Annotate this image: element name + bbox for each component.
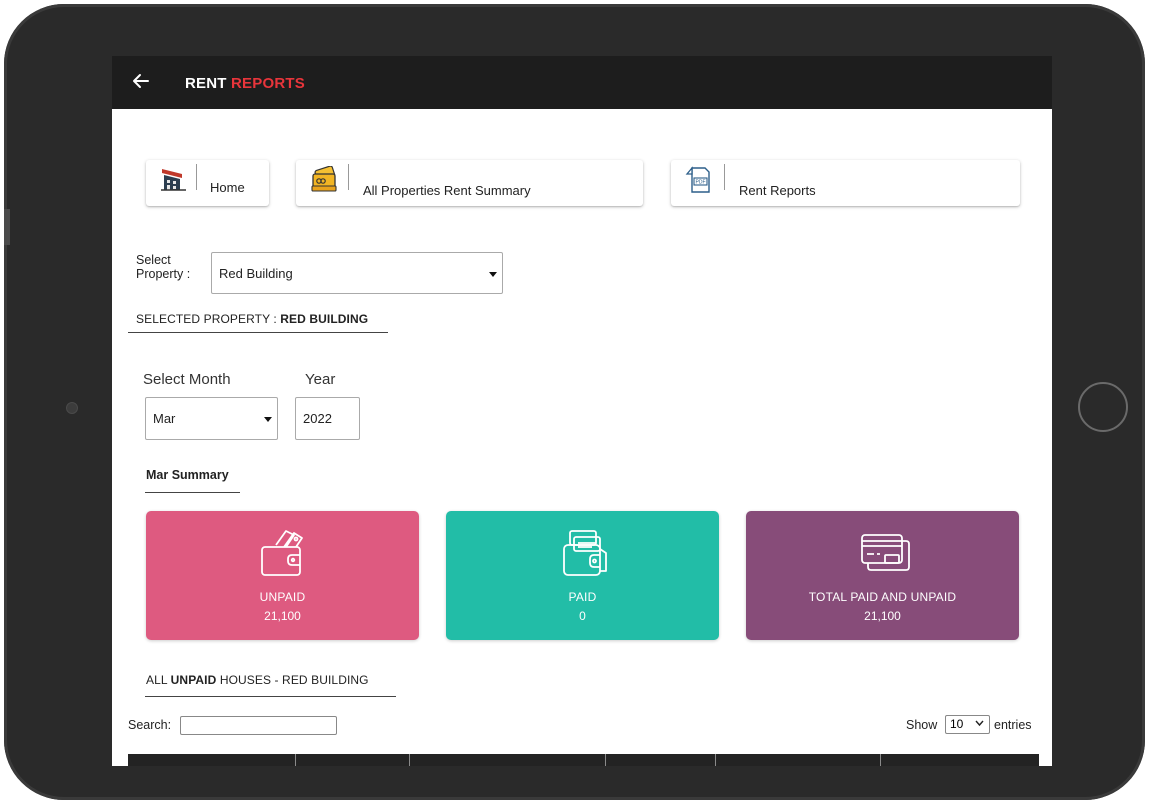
paid-value: 0 <box>579 609 586 623</box>
search-input[interactable] <box>180 716 337 735</box>
paid-title: PAID <box>568 590 597 604</box>
divider <box>128 332 388 333</box>
paid-card[interactable]: PAID 0 <box>446 511 719 640</box>
table-header <box>128 754 1039 766</box>
selected-property-name: RED BUILDING <box>280 312 369 326</box>
building-icon <box>160 166 188 192</box>
money-cards-icon <box>310 165 338 192</box>
select-property-label-line2: Property : <box>136 267 191 281</box>
svg-text:PDF: PDF <box>696 180 706 186</box>
separator <box>348 164 349 190</box>
search-label: Search: <box>128 718 172 732</box>
title-main: RENT <box>185 75 227 92</box>
unpaid-heading-bold: UNPAID <box>170 673 217 687</box>
selected-property-prefix: SELECTED PROPERTY : <box>136 312 277 326</box>
unpaid-houses-heading: ALL UNPAID HOUSES - RED BUILDING <box>146 673 369 687</box>
select-property-label-line1: Select <box>136 253 171 267</box>
pdf-document-icon: PDF <box>685 166 713 193</box>
selected-property-text: SELECTED PROPERTY : RED BUILDING <box>136 312 368 326</box>
nav-rent-reports-button[interactable]: PDF Rent Reports <box>671 160 1020 206</box>
chevron-down-icon <box>975 717 984 732</box>
column-divider <box>880 754 881 766</box>
year-input[interactable]: 2022 <box>295 397 360 440</box>
select-property-label: Select Property : <box>136 253 190 281</box>
month-label: Select Month <box>143 371 231 388</box>
wallet-icon <box>256 527 310 579</box>
page-size-value: 10 <box>950 717 964 731</box>
column-divider <box>605 754 606 766</box>
nav-home-label: Home <box>210 180 245 195</box>
unpaid-card[interactable]: UNPAID 21,100 <box>146 511 419 640</box>
property-select-value: Red Building <box>219 266 293 281</box>
wallet-cash-icon <box>556 527 610 579</box>
month-select[interactable]: Mar <box>145 397 278 440</box>
nav-rent-summary-button[interactable]: All Properties Rent Summary <box>296 160 643 206</box>
total-value: 21,100 <box>864 609 901 623</box>
arrow-left-icon[interactable] <box>130 70 152 92</box>
title-accent: REPORTS <box>231 75 305 92</box>
divider <box>145 696 396 697</box>
tablet-frame: RENT REPORTS Home All Properties Rent Su… <box>4 4 1145 800</box>
summary-title: Mar Summary <box>146 468 229 482</box>
column-divider <box>295 754 296 766</box>
caret-down-icon <box>489 272 497 277</box>
year-label: Year <box>305 371 336 388</box>
separator <box>196 164 197 190</box>
separator <box>724 164 725 190</box>
year-input-value: 2022 <box>303 411 332 426</box>
month-select-value: Mar <box>153 411 176 426</box>
home-button <box>1078 382 1128 432</box>
page-size-select[interactable]: 10 <box>945 715 990 734</box>
camera-icon <box>66 402 78 414</box>
column-divider <box>715 754 716 766</box>
unpaid-heading-suffix: HOUSES - RED BUILDING <box>219 673 369 687</box>
nav-rent-reports-label: Rent Reports <box>739 183 816 198</box>
column-divider <box>409 754 410 766</box>
unpaid-heading-prefix: ALL <box>146 673 168 687</box>
credit-cards-icon <box>856 527 910 579</box>
nav-home-button[interactable]: Home <box>146 160 269 206</box>
caret-down-icon <box>264 417 272 422</box>
app-screen: RENT REPORTS Home All Properties Rent Su… <box>112 56 1052 766</box>
unpaid-title: UNPAID <box>259 590 306 604</box>
top-bar: RENT REPORTS <box>112 56 1052 109</box>
side-button <box>4 209 10 245</box>
nav-rent-summary-label: All Properties Rent Summary <box>363 183 531 198</box>
page-title: RENT REPORTS <box>185 75 305 92</box>
unpaid-value: 21,100 <box>264 609 301 623</box>
show-label: Show <box>906 718 938 732</box>
divider <box>145 492 240 493</box>
entries-label: entries <box>994 718 1032 732</box>
total-card[interactable]: TOTAL PAID AND UNPAID 21,100 <box>746 511 1019 640</box>
total-title: TOTAL PAID AND UNPAID <box>808 590 957 604</box>
property-select[interactable]: Red Building <box>211 252 503 294</box>
